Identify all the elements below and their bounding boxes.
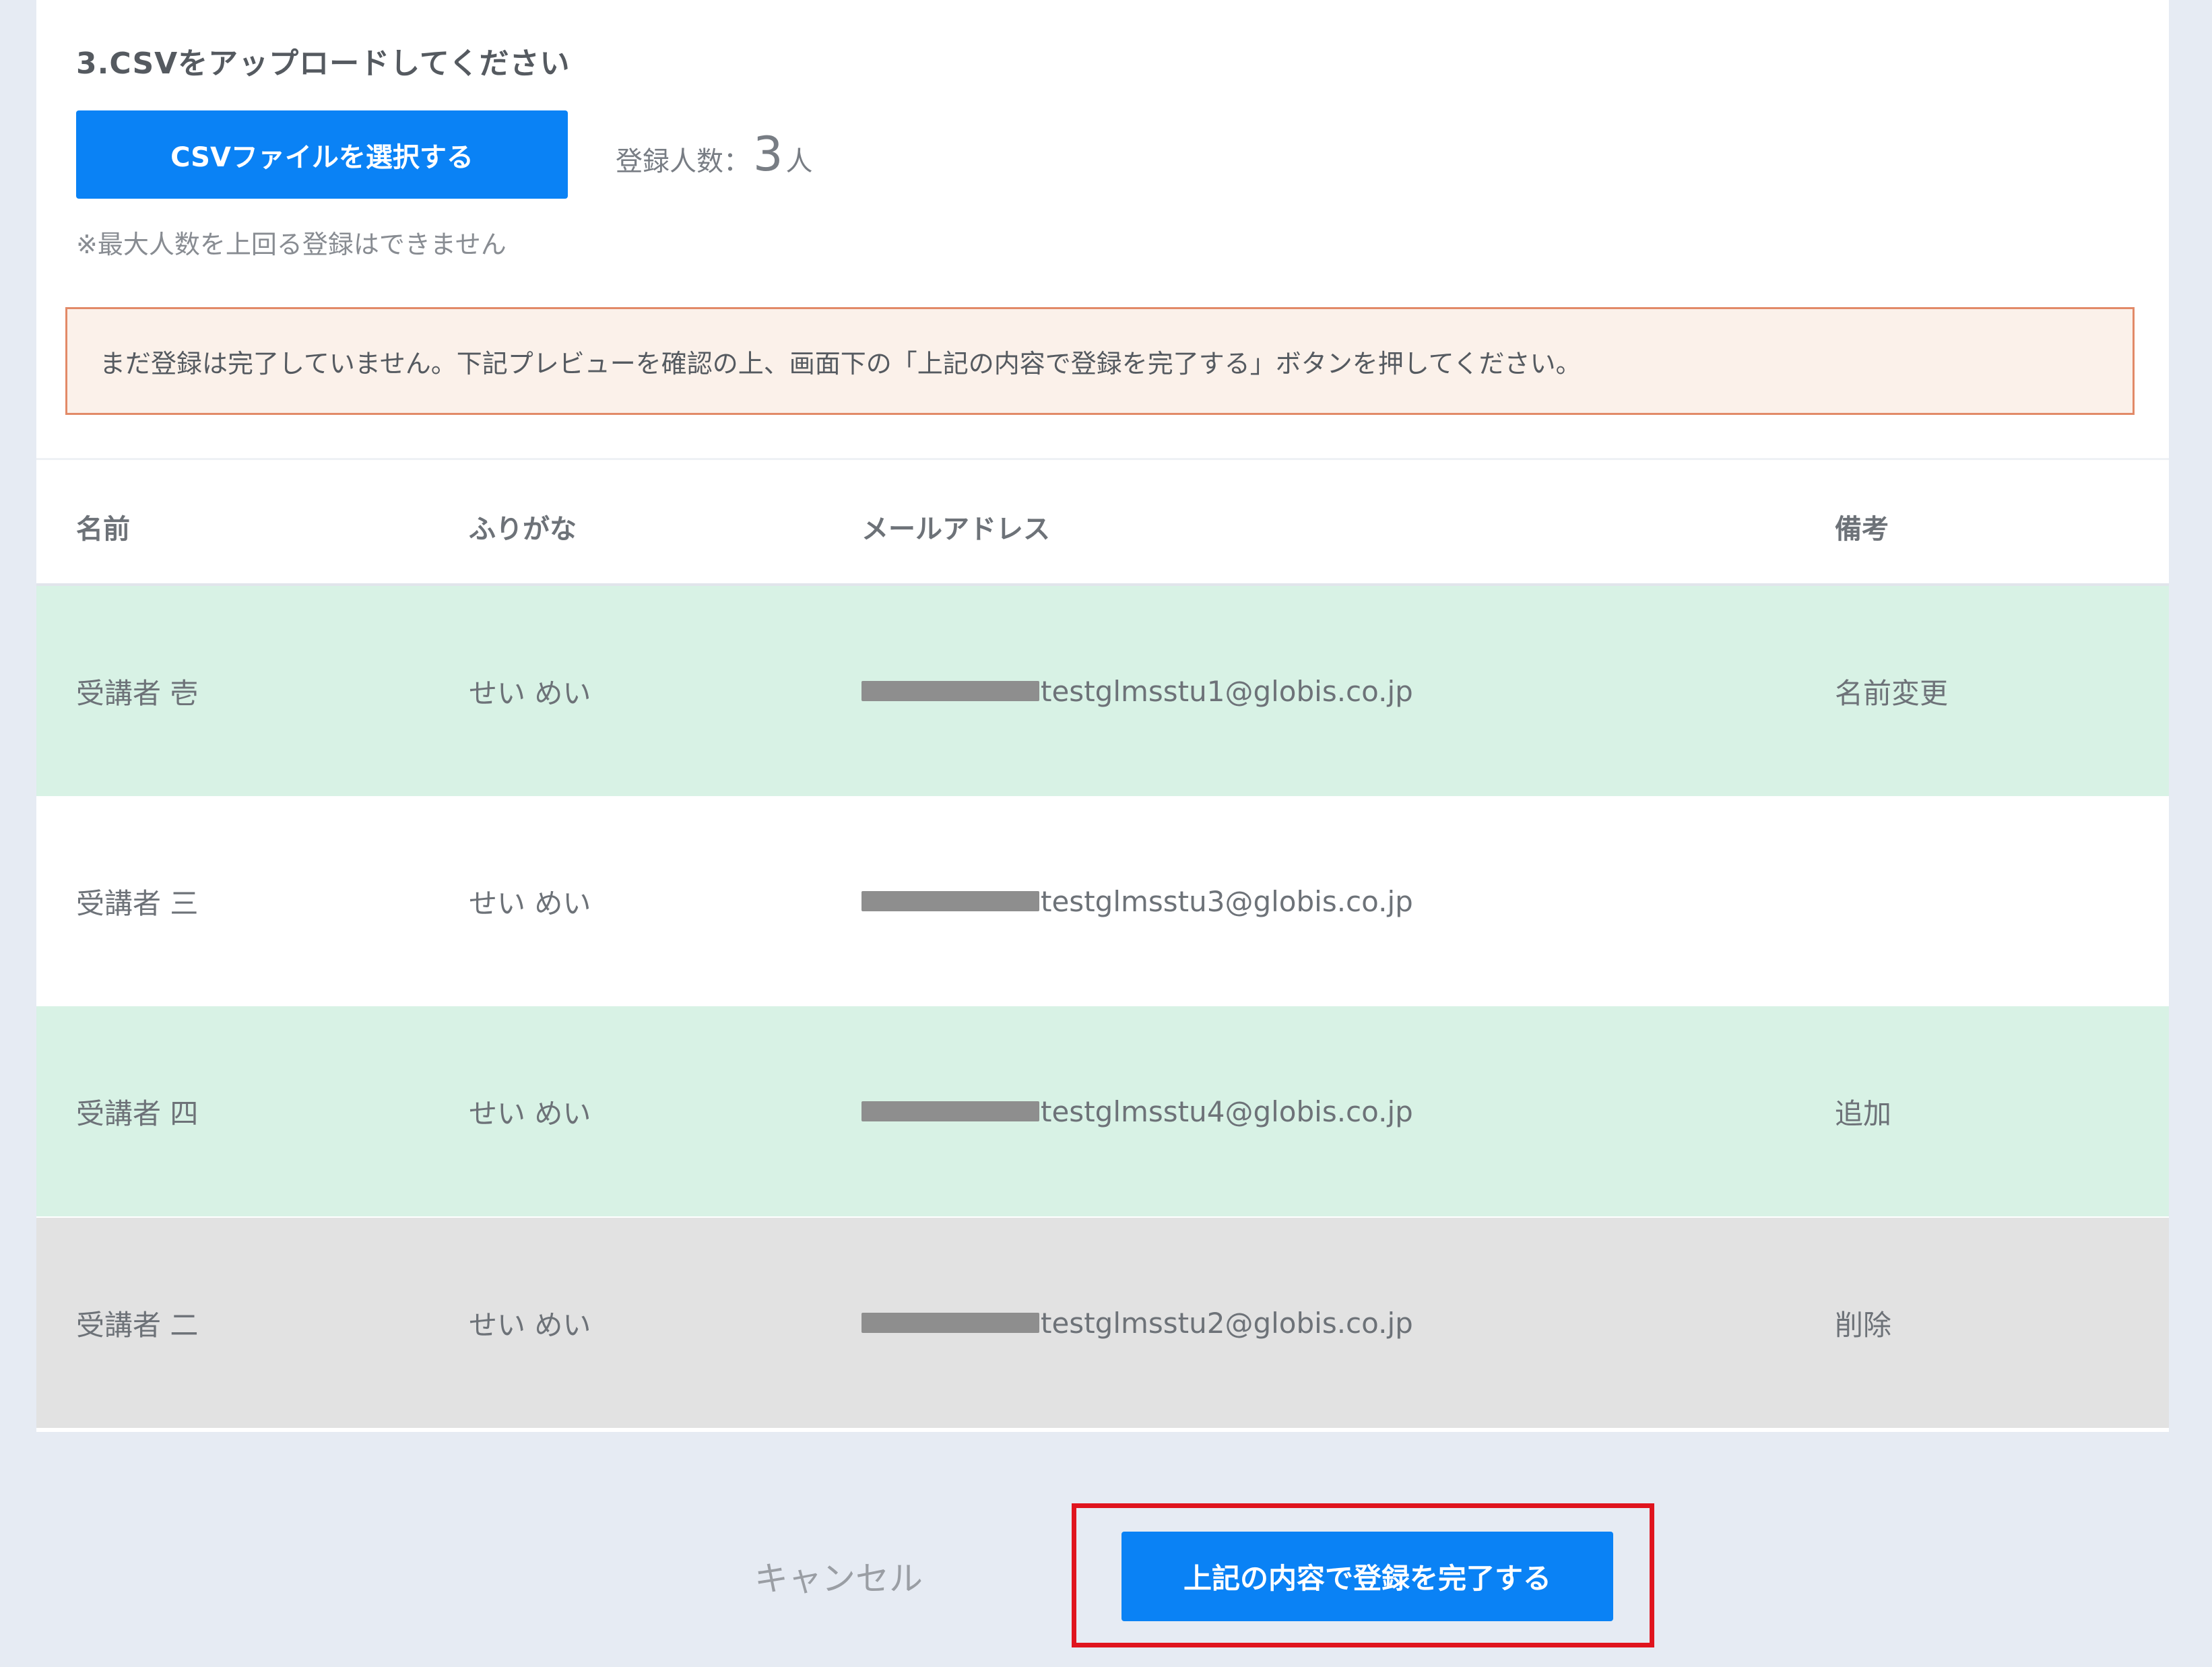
cell-email: testglmsstu4@globis.co.jp	[861, 1006, 1413, 1216]
cell-email: testglmsstu3@globis.co.jp	[861, 796, 1413, 1006]
registration-count-value: 3	[753, 127, 783, 182]
cell-kana: せい めい	[469, 676, 591, 710]
cell-email: testglmsstu2@globis.co.jp	[861, 1218, 1413, 1428]
table-row: 受講者 二 せい めい testglmsstu2@globis.co.jp 削除	[36, 1218, 2169, 1428]
cell-kana: せい めい	[469, 1308, 591, 1342]
registration-count-label: 登録人数：	[616, 146, 750, 177]
redaction-mask	[861, 681, 1039, 701]
table-row: 受講者 四 せい めい testglmsstu4@globis.co.jp 追加	[36, 1006, 2169, 1216]
select-csv-button[interactable]: CSVファイルを選択する	[76, 110, 568, 199]
cell-name: 受講者 壱	[76, 676, 199, 710]
header-note: 備考	[1835, 514, 1889, 545]
cell-email-text: testglmsstu4@globis.co.jp	[1041, 1094, 1413, 1128]
cancel-button[interactable]: キャンセル	[754, 1549, 923, 1603]
table-row: 受講者 壱 せい めい testglmsstu1@globis.co.jp 名前…	[36, 586, 2169, 796]
complete-registration-button[interactable]: 上記の内容で登録を完了する	[1121, 1532, 1613, 1621]
redaction-mask	[861, 1313, 1039, 1333]
pending-alert: まだ登録は完了していません。下記プレビューを確認の上、画面下の「上記の内容で登録…	[65, 307, 2135, 415]
header-email: メールアドレス	[861, 514, 1050, 545]
max-count-note: ※最大人数を上回る登録はできません	[76, 230, 507, 259]
upload-panel: 3.CSVをアップロードしてください CSVファイルを選択する 登録人数： 3 …	[36, 0, 2169, 1432]
cell-email: testglmsstu1@globis.co.jp	[861, 586, 1413, 796]
registration-count-unit: 人	[785, 146, 813, 177]
cell-note: 名前変更	[1835, 676, 1949, 710]
cell-email-text: testglmsstu2@globis.co.jp	[1041, 1306, 1413, 1340]
section-heading: 3.CSVをアップロードしてください	[76, 46, 571, 81]
cell-email-text: testglmsstu3@globis.co.jp	[1041, 884, 1413, 918]
preview-table-header: 名前 ふりがな メールアドレス 備考	[36, 460, 2169, 586]
header-kana: ふりがな	[469, 514, 577, 545]
cell-email-text: testglmsstu1@globis.co.jp	[1041, 674, 1413, 708]
table-row: 受講者 三 せい めい testglmsstu3@globis.co.jp	[36, 796, 2169, 1006]
redaction-mask	[861, 891, 1039, 911]
cell-note: 削除	[1835, 1308, 1892, 1342]
cell-kana: せい めい	[469, 1097, 591, 1130]
registration-count: 登録人数： 3 人	[616, 115, 813, 201]
pending-alert-message: まだ登録は完了していません。下記プレビューを確認の上、画面下の「上記の内容で登録…	[100, 348, 1582, 379]
cell-note: 追加	[1835, 1097, 1892, 1130]
cell-name: 受講者 三	[76, 886, 199, 920]
cell-name: 受講者 四	[76, 1097, 199, 1130]
redaction-mask	[861, 1101, 1039, 1121]
cell-name: 受講者 二	[76, 1308, 199, 1342]
cell-kana: せい めい	[469, 886, 591, 920]
header-name: 名前	[76, 514, 130, 545]
